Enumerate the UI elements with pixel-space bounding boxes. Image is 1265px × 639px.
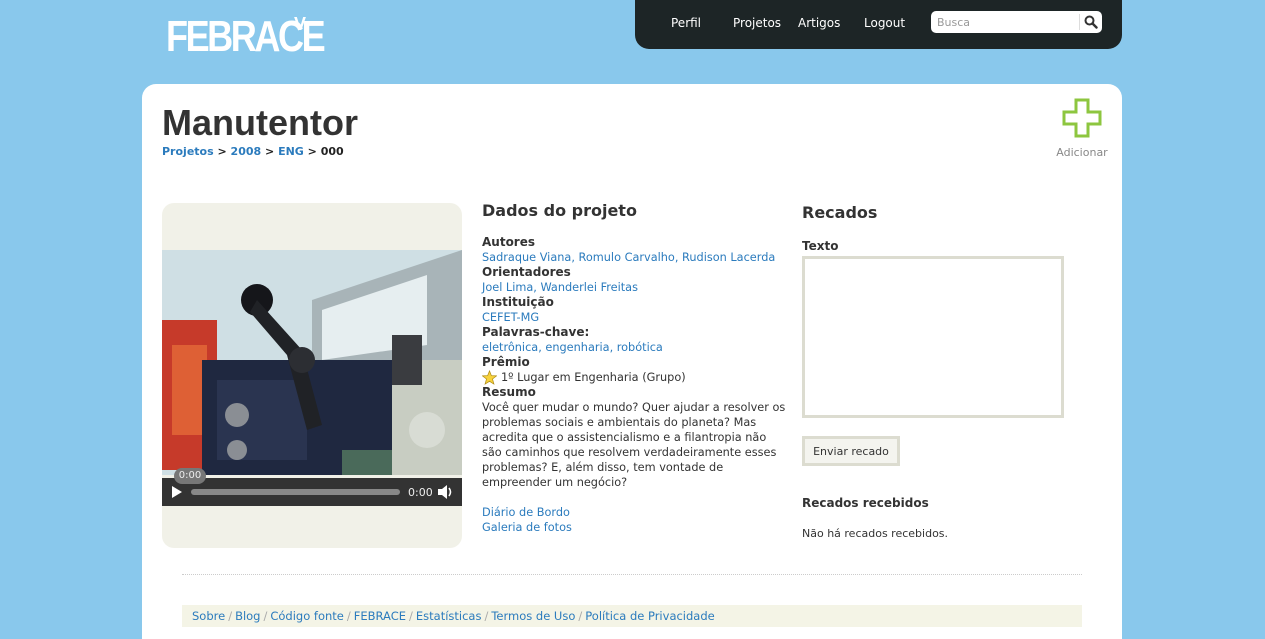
summary-text: Você quer mudar o mundo? Quer ajudar a r… (482, 401, 786, 489)
star-icon (482, 370, 497, 385)
award-text: 1º Lugar em Engenharia (Grupo) (501, 371, 686, 384)
add-button[interactable]: Adicionar (1054, 98, 1110, 159)
messages-section: Recados Texto Enviar recado Recados rece… (802, 203, 1102, 540)
footer-link-sobre[interactable]: Sobre (192, 609, 225, 623)
advisors-label: Orientadores (482, 265, 571, 279)
advisors-links[interactable]: Joel Lima, Wanderlei Freitas (482, 280, 787, 295)
nav-perfil[interactable]: Perfil (671, 16, 701, 30)
video-player[interactable]: 0:00 0:00 (162, 203, 462, 548)
diary-link[interactable]: Diário de Bordo (482, 505, 787, 520)
message-textarea[interactable] (802, 256, 1064, 418)
search-input[interactable] (937, 14, 1077, 30)
video-time: 0:00 (408, 486, 433, 499)
institution-label: Instituição (482, 295, 554, 309)
received-messages-heading: Recados recebidos (802, 496, 929, 510)
elapsed-time-bubble: 0:00 (174, 468, 206, 484)
nav-logout[interactable]: Logout (864, 16, 905, 30)
footer-link-stats[interactable]: Estatísticas (416, 609, 482, 623)
no-messages-text: Não há recados recebidos. (802, 527, 949, 540)
project-data-section: Dados do projeto Autores Sadraque Viana,… (482, 203, 787, 535)
authors-label: Autores (482, 235, 536, 249)
send-message-button[interactable]: Enviar recado (802, 436, 900, 466)
volume-icon[interactable] (437, 484, 453, 500)
footer-link-febrace[interactable]: FEBRACE (354, 609, 406, 623)
video-still-image (162, 250, 462, 475)
breadcrumb-year[interactable]: 2008 (231, 145, 262, 158)
febrace-logo[interactable]: FEBRACE V (166, 12, 358, 62)
footer-sep: / (263, 609, 268, 623)
search-box (931, 11, 1102, 33)
breadcrumb-sep: > (217, 145, 227, 158)
footer-link-source[interactable]: Código fonte (270, 609, 344, 623)
breadcrumb-category[interactable]: ENG (278, 145, 304, 158)
breadcrumb-sep: > (307, 145, 317, 158)
footer-sep: / (578, 609, 583, 623)
main-content-card: Manutentor Projetos > 2008 > ENG > 000 A… (142, 84, 1122, 639)
footer-sep: / (484, 609, 489, 623)
logo-mark: V (294, 14, 307, 34)
messages-heading: Recados (802, 203, 878, 222)
video-controls: 0:00 (162, 478, 462, 506)
keywords-label: Palavras-chave: (482, 325, 590, 339)
footer-link-terms[interactable]: Termos de Uso (491, 609, 575, 623)
footer-links: Sobre / Blog / Código fonte / FEBRACE / Estatíst… (182, 605, 1082, 627)
summary-label: Resumo (482, 385, 536, 399)
breadcrumb-sep: > (265, 145, 275, 158)
add-label: Adicionar (1056, 146, 1108, 159)
footer-sep: / (228, 609, 233, 623)
message-text-label: Texto (802, 239, 839, 253)
nav-artigos[interactable]: Artigos (798, 16, 840, 30)
video-frame[interactable] (162, 250, 462, 475)
keywords-links[interactable]: eletrônica, engenharia, robótica (482, 340, 787, 355)
play-icon[interactable] (171, 486, 183, 498)
breadcrumb-projetos[interactable]: Projetos (162, 145, 214, 158)
footer-divider (182, 574, 1082, 575)
top-nav-bar: Perfil Projetos Artigos Logout (635, 0, 1122, 49)
gallery-link[interactable]: Galeria de fotos (482, 520, 787, 535)
video-progress-track[interactable] (191, 489, 400, 495)
authors-links[interactable]: Sadraque Viana, Romulo Carvalho, Rudison… (482, 250, 787, 265)
nav-projetos[interactable]: Projetos (733, 16, 781, 30)
page-title: Manutentor (162, 102, 358, 143)
search-icon[interactable] (1084, 15, 1098, 29)
footer-sep: / (409, 609, 413, 623)
breadcrumb-current: 000 (320, 145, 344, 158)
award-row: 1º Lugar em Engenharia (Grupo) (482, 370, 787, 385)
footer-sep: / (346, 609, 351, 623)
search-divider (1079, 14, 1080, 30)
footer-link-blog[interactable]: Blog (235, 609, 260, 623)
footer-link-privacy[interactable]: Política de Privacidade (585, 609, 714, 623)
breadcrumb: Projetos > 2008 > ENG > 000 (162, 145, 344, 158)
project-data-heading: Dados do projeto (482, 201, 637, 220)
institution-link[interactable]: CEFET-MG (482, 310, 787, 325)
plus-icon[interactable] (1062, 98, 1102, 138)
award-label: Prêmio (482, 355, 530, 369)
